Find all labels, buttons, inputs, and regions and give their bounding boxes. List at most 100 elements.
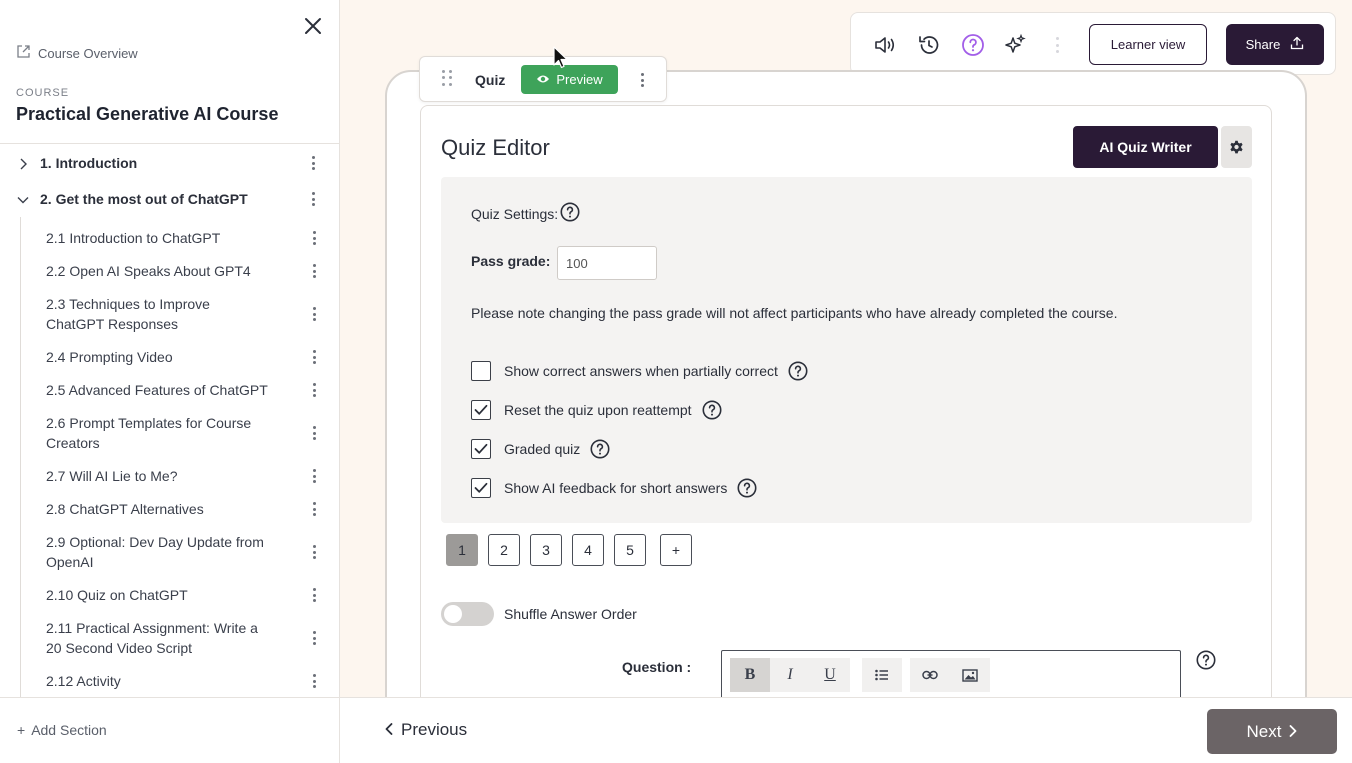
bullet-list-icon[interactable] [862, 658, 902, 692]
option-label: Graded quiz [504, 441, 581, 457]
italic-button[interactable]: I [770, 658, 810, 692]
lesson-item[interactable]: 2.2 Open AI Speaks About GPT4 [21, 260, 339, 282]
more-options-icon[interactable] [307, 468, 321, 484]
lesson-item[interactable]: 2.7 Will AI Lie to Me? [21, 465, 339, 487]
lesson-item[interactable]: 2.9 Optional: Dev Day Update from OpenAI [21, 531, 339, 573]
shuffle-toggle[interactable] [441, 602, 494, 626]
question-number-button[interactable]: 1 [446, 534, 478, 566]
lesson-label: 2.5 Advanced Features of ChatGPT [46, 382, 268, 398]
section-row[interactable]: 2. Get the most out of ChatGPT [0, 181, 339, 217]
more-options-icon[interactable] [307, 501, 321, 517]
lesson-item[interactable]: 2.1 Introduction to ChatGPT [21, 227, 339, 249]
more-options-icon[interactable] [307, 425, 321, 441]
ai-quiz-writer-button[interactable]: AI Quiz Writer [1073, 126, 1218, 168]
next-button[interactable]: Next [1207, 709, 1337, 754]
previous-label: Previous [401, 720, 468, 739]
sidebar-footer: + Add Section [0, 697, 339, 763]
more-options-icon[interactable] [307, 630, 321, 646]
course-label: COURSE [16, 87, 70, 99]
add-section-button[interactable]: + Add Section [17, 722, 107, 738]
help-icon[interactable] [560, 202, 580, 222]
help-icon[interactable] [737, 478, 757, 498]
lesson-label: 2.3 Techniques to Improve ChatGPT Respon… [46, 296, 210, 332]
ai-sparkle-icon[interactable] [1003, 33, 1027, 57]
question-navigator: 1 2 3 4 5 + [446, 534, 692, 566]
more-options-icon[interactable] [307, 349, 321, 365]
checkbox[interactable] [471, 361, 491, 381]
chevron-left-icon [385, 720, 393, 740]
question-number-button[interactable]: 2 [488, 534, 520, 566]
lesson-label: 2.2 Open AI Speaks About GPT4 [46, 263, 251, 279]
block-header: Quiz Preview [419, 56, 667, 102]
more-options-icon[interactable] [307, 382, 321, 398]
more-options-icon[interactable] [635, 72, 649, 88]
image-icon[interactable] [950, 658, 990, 692]
section-label: 2. Get the most out of ChatGPT [40, 191, 248, 207]
section-row[interactable]: 1. Introduction [0, 145, 339, 181]
share-button[interactable]: Share [1226, 24, 1324, 65]
plus-icon: + [17, 722, 26, 738]
lesson-item[interactable]: 2.8 ChatGPT Alternatives [21, 498, 339, 520]
course-outline: 1. Introduction 2. Get the most out of C… [0, 144, 339, 697]
chevron-down-icon[interactable] [17, 193, 29, 205]
underline-button[interactable]: U [810, 658, 850, 692]
lesson-item[interactable]: 2.3 Techniques to Improve ChatGPT Respon… [21, 293, 339, 335]
external-link-icon [16, 44, 31, 62]
more-options-icon[interactable] [307, 306, 321, 322]
checkbox-checked[interactable] [471, 439, 491, 459]
preview-button[interactable]: Preview [521, 65, 618, 94]
course-overview-link[interactable]: Course Overview [16, 44, 138, 62]
lesson-label: 2.6 Prompt Templates for Course Creators [46, 415, 252, 451]
question-number-button[interactable]: 4 [572, 534, 604, 566]
lesson-item[interactable]: 2.5 Advanced Features of ChatGPT [21, 379, 339, 401]
lesson-item[interactable]: 2.6 Prompt Templates for Course Creators [21, 412, 339, 454]
lesson-item[interactable]: 2.12 Activity [21, 670, 339, 692]
question-number-button[interactable]: 3 [530, 534, 562, 566]
add-question-button[interactable]: + [660, 534, 692, 566]
help-icon[interactable] [788, 361, 808, 381]
help-icon[interactable] [961, 33, 985, 57]
more-options-icon[interactable] [306, 191, 320, 207]
list-group [862, 658, 902, 692]
chevron-right-icon [1289, 722, 1297, 742]
gear-icon[interactable] [1221, 126, 1252, 168]
option-row: Show AI feedback for short answers [471, 477, 757, 499]
eye-icon [536, 72, 550, 87]
lesson-item[interactable]: 2.11 Practical Assignment: Write a 20 Se… [21, 617, 339, 659]
drag-handle-icon[interactable] [442, 70, 452, 86]
quiz-settings-label: Quiz Settings: [471, 206, 559, 222]
more-options-icon[interactable] [307, 587, 321, 603]
previous-button[interactable]: Previous [385, 720, 467, 740]
checkbox-checked[interactable] [471, 400, 491, 420]
more-options-icon[interactable] [307, 544, 321, 560]
help-icon[interactable] [1196, 650, 1216, 670]
lesson-item[interactable]: 2.10 Quiz on ChatGPT [21, 584, 339, 606]
learner-view-button[interactable]: Learner view [1089, 24, 1207, 65]
history-icon[interactable] [917, 33, 941, 57]
quiz-editor: Quiz Editor AI Quiz Writer Quiz Settings… [420, 105, 1272, 706]
close-icon[interactable] [302, 15, 324, 37]
help-icon[interactable] [590, 439, 610, 459]
more-options-icon[interactable] [306, 155, 320, 171]
option-label: Reset the quiz upon reattempt [504, 402, 692, 418]
more-options-icon[interactable] [307, 673, 321, 689]
lesson-item[interactable]: 2.4 Prompting Video [21, 346, 339, 368]
help-icon[interactable] [702, 400, 722, 420]
chevron-right-icon[interactable] [17, 157, 29, 170]
mouse-pointer-icon [553, 46, 569, 70]
bold-button[interactable]: B [730, 658, 770, 692]
lesson-label: 2.4 Prompting Video [46, 349, 173, 365]
section-items: 2.1 Introduction to ChatGPT 2.2 Open AI … [20, 217, 339, 697]
more-options-icon[interactable] [307, 230, 321, 246]
question-number-button[interactable]: 5 [614, 534, 646, 566]
pass-grade-input[interactable] [557, 246, 657, 280]
more-options-icon[interactable] [307, 263, 321, 279]
preview-label: Preview [556, 72, 603, 87]
checkbox-checked[interactable] [471, 478, 491, 498]
shuffle-label: Shuffle Answer Order [504, 606, 637, 622]
option-row: Graded quiz [471, 438, 610, 460]
course-overview-label: Course Overview [38, 45, 138, 61]
link-icon[interactable] [910, 658, 950, 692]
option-label: Show correct answers when partially corr… [504, 363, 778, 379]
audio-icon[interactable] [873, 33, 897, 57]
